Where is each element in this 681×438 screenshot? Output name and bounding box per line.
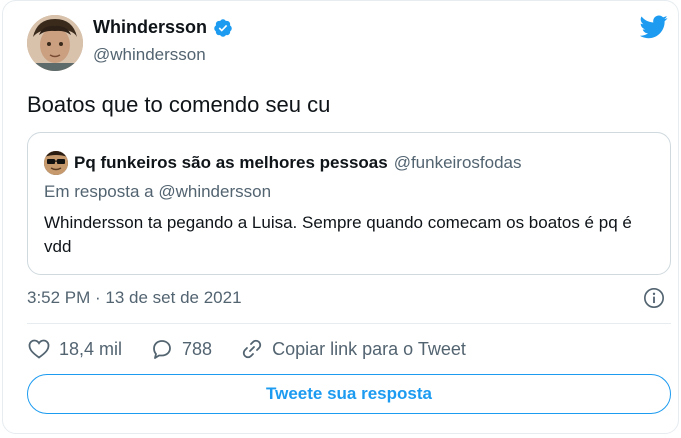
tweet-timestamp[interactable]: 3:52 PM · 13 de set de 2021 bbox=[27, 288, 242, 308]
quoted-reply-context: Em resposta a @whindersson bbox=[44, 182, 272, 201]
heart-icon bbox=[28, 339, 50, 359]
quoted-author-handle[interactable]: @funkeirosfodas bbox=[394, 153, 522, 173]
verified-badge-icon bbox=[214, 18, 232, 37]
author-avatar[interactable] bbox=[27, 15, 83, 71]
quoted-tweet[interactable]: Pq funkeiros são as melhores pessoas @fu… bbox=[27, 132, 671, 275]
quoted-author-avatar[interactable] bbox=[44, 151, 68, 175]
divider bbox=[27, 323, 671, 324]
copy-link-label: Copiar link para o Tweet bbox=[272, 338, 466, 359]
info-icon[interactable] bbox=[643, 287, 665, 309]
quoted-author-name[interactable]: Pq funkeiros são as melhores pessoas bbox=[74, 153, 388, 173]
like-count: 18,4 mil bbox=[59, 338, 123, 359]
tweet-card: Whindersson @whindersson Boatos que to c… bbox=[2, 0, 679, 434]
reply-count: 788 bbox=[182, 338, 213, 359]
author-name[interactable]: Whindersson bbox=[93, 17, 207, 38]
author-handle[interactable]: @whindersson bbox=[93, 45, 206, 65]
tweet-reply-button[interactable]: Tweete sua resposta bbox=[27, 374, 671, 414]
twitter-bird-icon[interactable] bbox=[640, 15, 668, 39]
quoted-tweet-header: Pq funkeiros são as melhores pessoas @fu… bbox=[44, 151, 522, 175]
like-button[interactable]: 18,4 mil bbox=[27, 337, 122, 361]
tweet-text: Boatos que to comendo seu cu bbox=[27, 92, 331, 117]
copy-link-button[interactable]: Copiar link para o Tweet bbox=[240, 337, 466, 361]
tweet-actions: 18,4 mil 788 Copiar link para o Tweet bbox=[27, 337, 494, 361]
comment-icon bbox=[153, 340, 171, 359]
reply-count-button[interactable]: 788 bbox=[150, 337, 212, 361]
quoted-tweet-text: Whindersson ta pegando a Luisa. Sempre q… bbox=[44, 213, 632, 256]
link-icon bbox=[242, 339, 262, 359]
author-name-row: Whindersson bbox=[93, 17, 233, 38]
